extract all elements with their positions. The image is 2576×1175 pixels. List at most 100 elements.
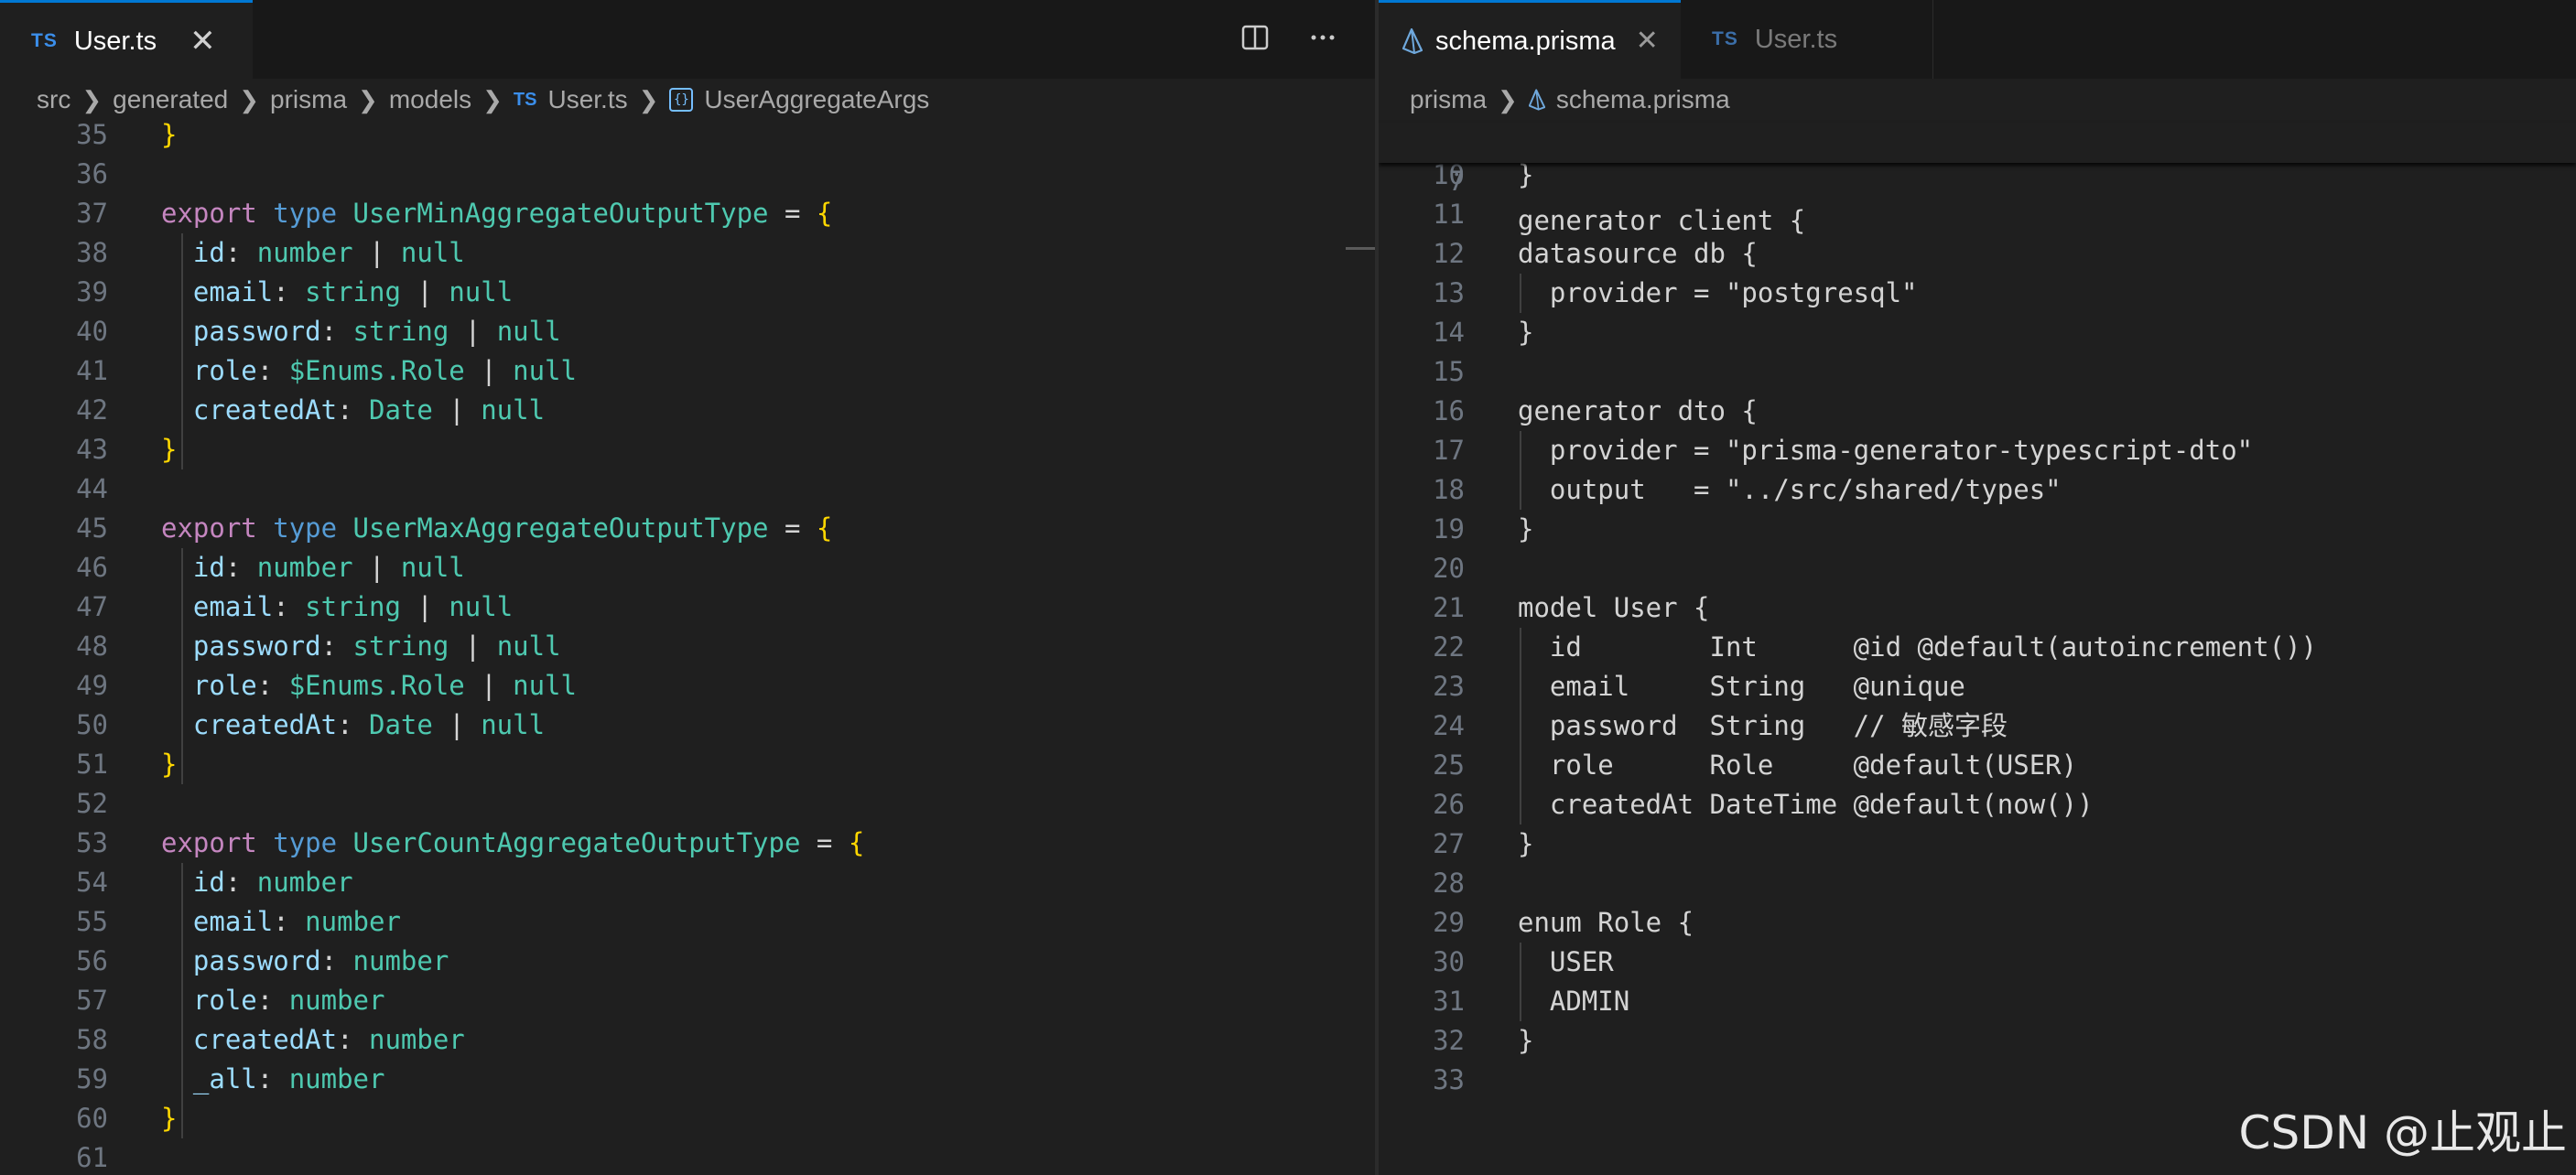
- close-icon[interactable]: ✕: [1636, 27, 1659, 55]
- code-text: email: string | null: [161, 273, 513, 312]
- indent-guide: [181, 548, 183, 784]
- code-line: 15: [1379, 352, 2576, 392]
- line-number: 41: [76, 355, 108, 386]
- line-number: 30: [1433, 946, 1465, 977]
- code-text: email: string | null: [161, 588, 513, 627]
- token: number: [352, 945, 449, 976]
- code-editor[interactable]: 35} 36 37 export type UserMinAggregateOutpu…: [0, 119, 1375, 1175]
- code-line: 19}: [1379, 510, 2576, 549]
- breadcrumb-item[interactable]: prisma: [1410, 85, 1487, 114]
- chevron-right-icon: ❯: [239, 85, 260, 113]
- code-line: 50 createdAt: Date | null: [0, 706, 1375, 745]
- line-number: 27: [1433, 828, 1465, 859]
- token: :: [337, 1024, 369, 1055]
- line-number: 26: [1433, 789, 1465, 820]
- breadcrumb-item[interactable]: models: [389, 85, 471, 114]
- tab-label: schema.prisma: [1435, 26, 1616, 56]
- breadcrumb-item[interactable]: generated: [113, 85, 228, 114]
- token: string: [352, 631, 449, 662]
- code-editor[interactable]: 10} 11 12 datasource db {13 provider = "pos…: [1379, 159, 2576, 1175]
- token: UserMinAggregateOutputType: [352, 198, 769, 229]
- code-text: model User {: [1518, 592, 1710, 623]
- breadcrumb-item[interactable]: src: [37, 85, 70, 114]
- split-editor-icon[interactable]: [1239, 22, 1271, 53]
- line-number: 57: [76, 985, 108, 1016]
- token: string: [352, 316, 449, 347]
- code-text: password: number: [161, 942, 449, 981]
- token: number: [368, 1024, 465, 1055]
- token: password: [192, 316, 321, 347]
- token: createdAt: [192, 1024, 338, 1055]
- line-number: 28: [1433, 868, 1465, 899]
- code-text: id Int @id @default(autoincrement()): [1518, 631, 2317, 663]
- code-line: 42 createdAt: Date | null: [0, 391, 1375, 430]
- line-number: 61: [76, 1142, 108, 1173]
- line-number: 40: [76, 316, 108, 347]
- token: {: [848, 827, 865, 858]
- editor-actions: [1239, 22, 1338, 53]
- token: =: [768, 198, 817, 229]
- tab-user-ts[interactable]: TS User.ts: [1681, 0, 1933, 79]
- code-text: }: [1518, 513, 1534, 544]
- token: }: [161, 1103, 178, 1134]
- code-line: 59 _all: number: [0, 1060, 1375, 1099]
- chevron-right-icon: ❯: [482, 85, 503, 113]
- token: type: [273, 827, 338, 858]
- code-text: export type UserCountAggregateOutputType…: [161, 824, 864, 863]
- tab-user-ts[interactable]: TS User.ts ✕: [0, 0, 253, 80]
- code-text: createdAt: number: [161, 1020, 465, 1060]
- token: type: [273, 198, 338, 229]
- token: :: [273, 591, 306, 622]
- code-line: 52: [0, 784, 1375, 824]
- code-text: role: $Enums.Role | null: [161, 351, 577, 391]
- code-line: 53 export type UserCountAggregateOutputTy…: [0, 824, 1375, 863]
- code-line: 31 ADMIN: [1379, 982, 2576, 1021]
- line-number: 35: [76, 119, 108, 150]
- token: :: [256, 355, 289, 386]
- breadcrumb-item[interactable]: User.ts: [547, 85, 627, 114]
- line-number: 55: [76, 906, 108, 937]
- line-number: 49: [76, 670, 108, 701]
- code-text: id: number | null: [161, 548, 465, 588]
- code-text: ADMIN: [1518, 986, 1630, 1017]
- code-text: createdAt: Date | null: [161, 706, 545, 745]
- breadcrumb-item[interactable]: UserAggregateArgs: [704, 85, 929, 114]
- watermark: CSDN @止观止: [2238, 1106, 2567, 1159]
- typescript-icon: TS: [1712, 28, 1738, 49]
- indent-guide: [1520, 431, 1521, 510]
- line-number: 15: [1433, 356, 1465, 387]
- breadcrumb-item[interactable]: prisma: [270, 85, 347, 114]
- token: :: [320, 945, 353, 976]
- more-actions-icon[interactable]: [1307, 22, 1338, 53]
- code-line: 56 password: number: [0, 942, 1375, 981]
- line-number: 53: [76, 827, 108, 858]
- line-number: 32: [1433, 1025, 1465, 1056]
- token: password: [192, 631, 321, 662]
- code-text: password: string | null: [161, 627, 561, 666]
- scrollbar-marker: [1346, 247, 1375, 250]
- sticky-scroll-header[interactable]: 7 generator client {: [1379, 123, 2576, 236]
- typescript-icon: TS: [513, 89, 537, 110]
- line-number: 46: [76, 552, 108, 583]
- token: :: [320, 316, 353, 347]
- tab-schema-prisma[interactable]: schema.prisma ✕: [1379, 0, 1681, 80]
- token: |: [432, 709, 482, 740]
- code-line: 37 export type UserMinAggregateOutputType…: [0, 194, 1375, 233]
- token: Date: [368, 709, 433, 740]
- code-line: 26 createdAt DateTime @default(now()): [1379, 785, 2576, 825]
- close-icon[interactable]: ✕: [189, 26, 216, 57]
- breadcrumb-item[interactable]: schema.prisma: [1556, 85, 1730, 114]
- token: :: [337, 709, 369, 740]
- token: password: [192, 945, 321, 976]
- code-line: 46 id: number | null: [0, 548, 1375, 588]
- token: number: [288, 985, 385, 1016]
- token: |: [400, 591, 449, 622]
- code-line: 14}: [1379, 313, 2576, 352]
